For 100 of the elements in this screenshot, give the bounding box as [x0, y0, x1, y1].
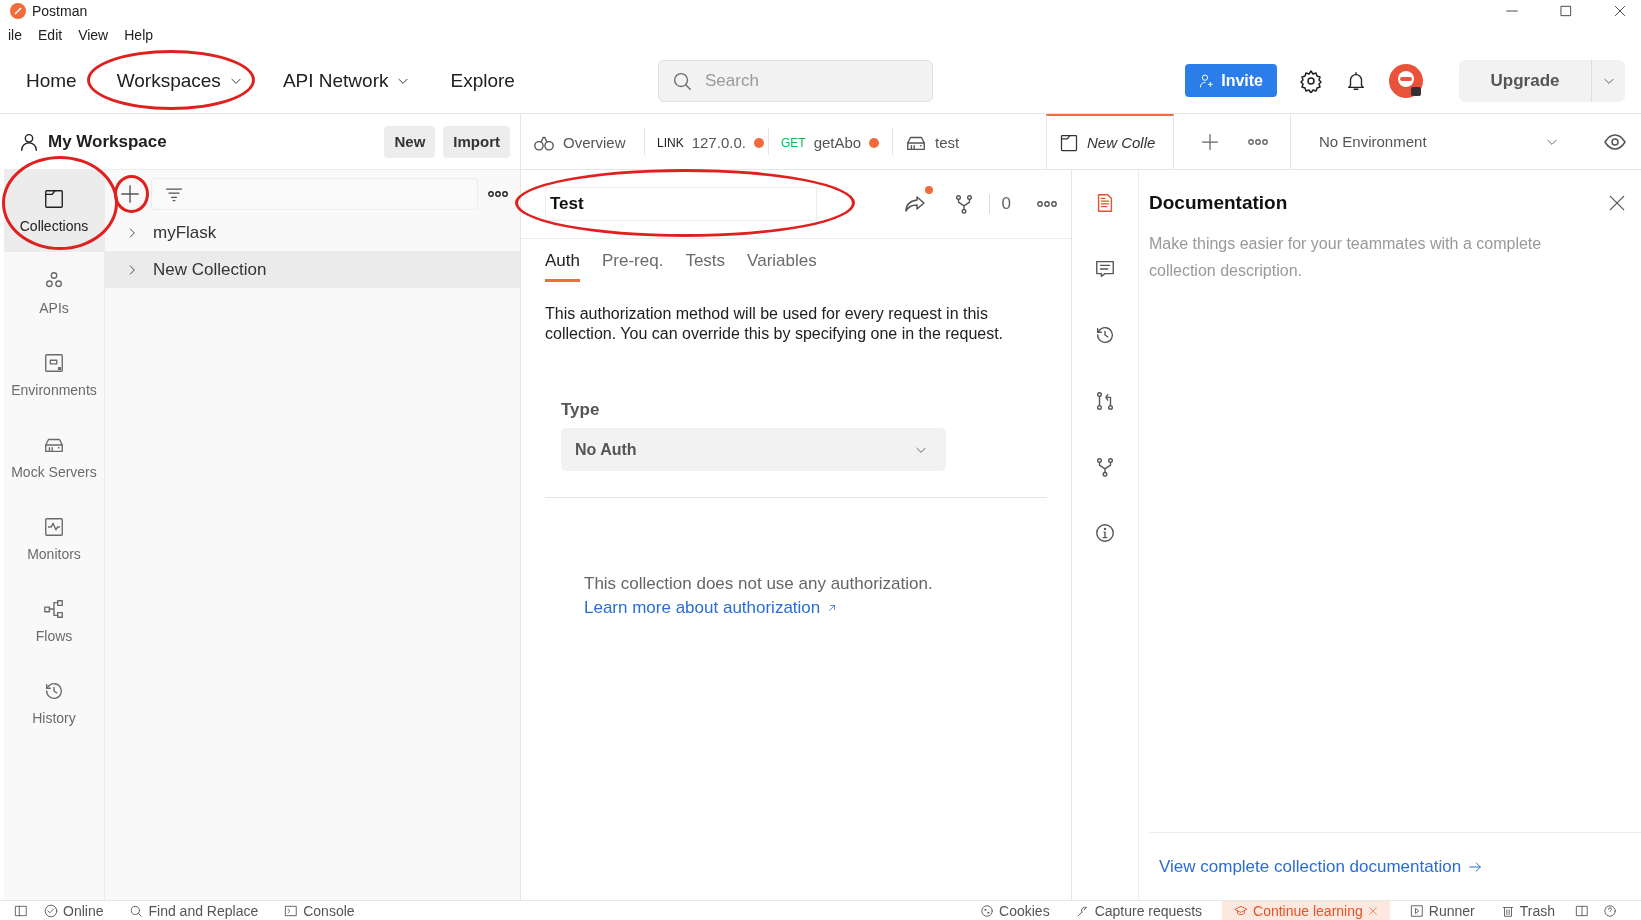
sidebar-label: Mock Servers: [11, 464, 97, 480]
tab-label: 127.0.0.: [691, 134, 746, 151]
graduation-cap-icon: [1234, 903, 1249, 918]
workspace-button[interactable]: Import: [443, 125, 510, 158]
close-icon[interactable]: [1613, 4, 1627, 18]
sidebar-item[interactable]: Collections: [4, 170, 104, 252]
menu-item[interactable]: ile: [8, 27, 22, 43]
workspace-button[interactable]: New: [384, 125, 436, 158]
search-icon: [129, 903, 144, 918]
tab[interactable]: Variables: [747, 251, 817, 282]
flows-icon: [43, 598, 65, 620]
environment-select[interactable]: No Environment: [1319, 133, 1593, 150]
tab[interactable]: Auth: [545, 251, 580, 282]
tab[interactable]: test: [893, 114, 1016, 169]
auth-description: This authorization method will be used for every request in this collection. You can override this by specifying one in the request.: [545, 304, 1005, 344]
menu-item[interactable]: View: [78, 27, 109, 43]
new-tab-icon[interactable]: [1200, 131, 1220, 152]
notification-bell-icon[interactable]: [1345, 69, 1367, 92]
auth-note: This collection does not use any authorization.: [584, 574, 934, 594]
close-icon: [1607, 193, 1627, 213]
sidebar-label: Environments: [11, 382, 97, 398]
sidebar-item[interactable]: APIs: [4, 252, 104, 334]
layout-icon[interactable]: [1575, 903, 1589, 918]
invite-button[interactable]: Invite: [1185, 64, 1277, 97]
status-item[interactable]: Console: [278, 901, 361, 920]
plus-icon: [119, 183, 141, 205]
collection-name: myFlask: [153, 222, 217, 243]
sidebar-toggle-icon[interactable]: [14, 903, 28, 918]
filter-field[interactable]: [151, 178, 478, 210]
sidebar-item[interactable]: Monitors: [4, 498, 104, 580]
settings-icon[interactable]: [1299, 68, 1323, 93]
logo-icon: [10, 3, 26, 19]
more-icon[interactable]: [488, 190, 508, 198]
tab[interactable]: LINK 127.0.0.: [645, 114, 768, 169]
status-item[interactable]: Online: [38, 901, 110, 920]
menu-item[interactable]: Help: [124, 27, 154, 43]
sidebar-item[interactable]: Mock Servers: [4, 416, 104, 498]
sidebar-item[interactable]: Environments: [4, 334, 104, 416]
add-button[interactable]: [119, 183, 141, 205]
fork-icon[interactable]: [1094, 456, 1116, 478]
tab-label: New Colle: [1087, 134, 1156, 151]
fork-count: 0: [988, 194, 1011, 214]
avatar-icon[interactable]: [1389, 63, 1423, 98]
nav-link[interactable]: Home: [26, 69, 77, 92]
collection-item[interactable]: myFlask: [105, 214, 520, 251]
method-label: LINK: [657, 135, 684, 150]
search-field[interactable]: Search: [658, 59, 933, 102]
method-label: GET: [781, 135, 806, 150]
sidebar-item[interactable]: Flows: [4, 580, 104, 662]
auth-type-select[interactable]: No Auth: [561, 428, 946, 471]
pull-request-icon[interactable]: [1094, 390, 1116, 412]
check-circle-icon: [44, 903, 58, 918]
help-icon[interactable]: [1603, 903, 1617, 918]
console-icon: [284, 903, 299, 918]
workspace-name: My Workspace: [48, 131, 167, 152]
history-icon[interactable]: [1094, 324, 1116, 346]
play-icon: [1409, 903, 1424, 918]
folder-icon: [43, 188, 65, 210]
sidebar-label: Monitors: [27, 546, 81, 562]
panel-description: Make things easier for your teammates with a complete collection description.: [1149, 234, 1543, 281]
sidebar-item[interactable]: History: [4, 662, 104, 744]
monitor-icon: [43, 516, 65, 538]
nav-link[interactable]: API Network: [282, 69, 411, 92]
tab[interactable]: Overview: [521, 114, 644, 169]
status-item[interactable]: Find and Replace: [123, 901, 265, 920]
window-title: Postman: [32, 3, 88, 19]
arrow-right-icon: [1467, 859, 1484, 875]
title-field[interactable]: Test: [545, 187, 817, 221]
add-user-icon: [1199, 72, 1216, 89]
folder-icon: [1059, 132, 1079, 153]
documentation-link[interactable]: View complete collection documentation: [1159, 857, 1484, 877]
collection-name: New Collection: [153, 259, 267, 280]
tab[interactable]: Pre-req.: [602, 251, 664, 282]
type-label: Type: [561, 400, 601, 420]
close-button[interactable]: [1607, 193, 1627, 213]
comment-icon[interactable]: [1094, 258, 1116, 280]
learn-more-link[interactable]: Learn more about authorization: [584, 598, 839, 618]
tab-label: test: [935, 134, 960, 151]
tab[interactable]: New Colle: [1046, 114, 1174, 169]
tab[interactable]: GET getAbo: [769, 114, 892, 169]
info-icon[interactable]: [1094, 522, 1116, 544]
menu-item[interactable]: Edit: [38, 27, 63, 43]
cookie-icon: [980, 903, 995, 918]
close-icon: [1367, 905, 1378, 916]
environment-icon: [43, 352, 65, 374]
panel-title: Documentation: [1149, 192, 1288, 214]
capture-icon: [1075, 903, 1090, 918]
status-item[interactable]: Trash: [1494, 901, 1561, 920]
status-item[interactable]: Capture requests: [1069, 901, 1209, 920]
status-item[interactable]: Cookies: [974, 901, 1056, 920]
nav-link[interactable]: Explore: [450, 69, 515, 92]
collection-item[interactable]: New Collection: [105, 251, 520, 288]
tab-label: getAbo: [813, 134, 862, 151]
status-item[interactable]: Runner: [1403, 901, 1481, 920]
more-icon[interactable]: [1037, 200, 1057, 208]
nav-link[interactable]: Workspaces: [116, 69, 243, 92]
sidebar-label: Collections: [19, 218, 89, 234]
maximize-icon[interactable]: [1559, 4, 1573, 18]
tab[interactable]: Tests: [685, 251, 726, 282]
history-icon: [43, 680, 65, 702]
